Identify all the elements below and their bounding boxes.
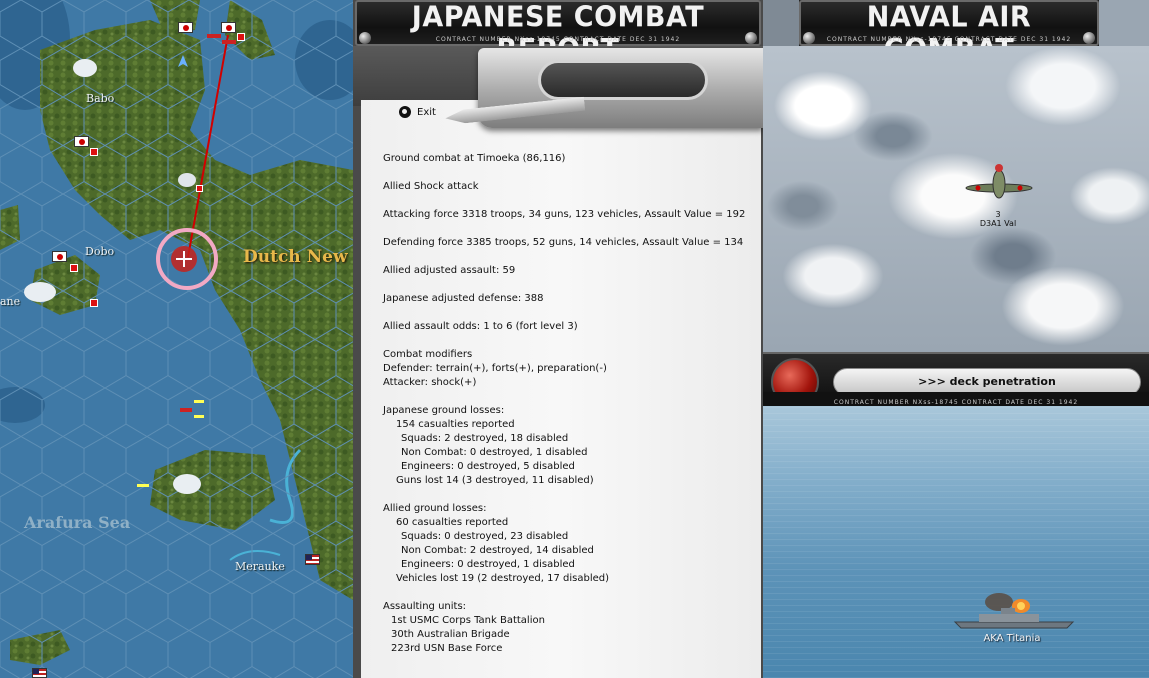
report-line: Squads: 2 destroyed, 18 disabled (401, 433, 569, 444)
banner-fill (1099, 0, 1149, 46)
report-line: 223rd USN Base Force (391, 643, 503, 654)
report-line: Vehicles lost 19 (2 destroyed, 17 disabl… (396, 573, 610, 584)
air-banner: NAVAL AIR COMBAT CONTRACT NUMBER NXss-18… (799, 0, 1099, 67)
bolt-icon (1083, 32, 1095, 44)
map-terrain (0, 0, 353, 678)
aircraft-icon (965, 164, 1033, 199)
bolt-icon (803, 32, 815, 44)
report-line: Allied Shock attack (383, 181, 479, 192)
report-line: Defender: terrain(+), forts(+), preparat… (383, 363, 607, 374)
exit-button[interactable]: Exit (399, 106, 436, 118)
ship-icon (953, 593, 1075, 629)
ship-unit-icon[interactable] (222, 40, 236, 44)
exit-label: Exit (417, 106, 436, 118)
sea-label: Arafura Sea (24, 513, 131, 532)
report-banner: JAPANESE COMBAT REPORT CONTRACT NUMBER N… (355, 0, 761, 67)
location-label-merauke: Merauke (235, 560, 285, 573)
report-text: Ground combat at Timoeka (86,116) Allied… (383, 152, 758, 656)
us-flag-icon[interactable] (32, 668, 47, 678)
report-line: Squads: 0 destroyed, 23 disabled (401, 531, 569, 542)
report-line: 30th Australian Brigade (391, 629, 510, 640)
aircraft-count: 3 (995, 210, 1001, 219)
ship-unit-icon[interactable] (194, 400, 204, 403)
report-line: Japanese adjusted defense: 388 (383, 293, 544, 304)
base-marker-icon[interactable] (70, 264, 78, 272)
report-line: Engineers: 0 destroyed, 5 disabled (401, 461, 575, 472)
report-line: Attacking force 3318 troops, 34 guns, 12… (383, 209, 746, 220)
strategic-map[interactable]: Babo Dobo Dutch New ane Arafura Sea Mera… (0, 0, 353, 678)
report-line: Defending force 3385 troops, 52 guns, 14… (383, 237, 744, 248)
air-banner-subtitle: CONTRACT NUMBER NXss-18745 CONTRACT DATE… (826, 36, 1072, 43)
report-line: Allied assault odds: 1 to 6 (fort level … (383, 321, 578, 332)
japanese-flag-icon[interactable] (178, 22, 193, 33)
ship-name-label: AKA Titania (983, 633, 1041, 644)
base-marker-icon[interactable] (237, 33, 245, 41)
report-line: Attacker: shock(+) (383, 377, 477, 388)
sky-view: 3 D3A1 Val (763, 46, 1149, 352)
ship-unit-icon[interactable] (194, 415, 204, 418)
report-line: 1st USMC Corps Tank Battalion (391, 615, 545, 626)
bolt-icon (745, 32, 757, 44)
japanese-flag-icon[interactable] (74, 136, 89, 147)
report-line: Engineers: 0 destroyed, 1 disabled (401, 559, 575, 570)
location-label-dobo: Dobo (85, 245, 115, 258)
banner-fill (763, 0, 799, 46)
air-combat-panel: NAVAL AIR COMBAT CONTRACT NUMBER NXss-18… (763, 0, 1149, 678)
region-label: Dutch New (243, 247, 348, 267)
exit-icon (399, 106, 411, 118)
aircraft-name: D3A1 Val (979, 219, 1017, 228)
sea-view: AKA Titania (763, 406, 1149, 678)
report-line: 154 casualties reported (396, 419, 515, 430)
japanese-flag-icon[interactable] (52, 251, 67, 262)
ship-unit-icon[interactable] (207, 34, 221, 38)
report-line: Ground combat at Timoeka (86,116) (383, 153, 566, 164)
combat-report-panel: JAPANESE COMBAT REPORT CONTRACT NUMBER N… (353, 0, 763, 678)
report-line: Combat modifiers (383, 349, 473, 360)
location-label-babo: Babo (86, 92, 115, 105)
report-line: 60 casualties reported (396, 517, 509, 528)
japanese-flag-icon[interactable] (221, 22, 236, 33)
ship-unit-icon[interactable] (137, 484, 149, 487)
report-banner-subtitle: CONTRACT NUMBER NXss-18745 CONTRACT DATE… (435, 36, 681, 43)
report-line: Guns lost 14 (3 destroyed, 11 disabled) (396, 475, 594, 486)
aircraft-label: 3 D3A1 Val (970, 210, 1026, 228)
control-bar-footer: CONTRACT NUMBER NXss-18745 CONTRACT DATE… (763, 392, 1149, 406)
report-line: Japanese ground losses: (383, 405, 505, 416)
base-marker-icon[interactable] (90, 148, 98, 156)
report-line: Assaulting units: (383, 601, 467, 612)
base-marker-icon[interactable] (196, 185, 203, 192)
base-marker-icon[interactable] (90, 299, 98, 307)
bolt-icon (359, 32, 371, 44)
location-label-edge: ane (0, 295, 21, 308)
control-bar-subtitle: CONTRACT NUMBER NXss-18745 CONTRACT DATE… (833, 399, 1079, 406)
report-line: Non Combat: 0 destroyed, 1 disabled (401, 447, 588, 458)
report-line: Allied ground losses: (383, 503, 487, 514)
report-line: Allied adjusted assault: 59 (383, 265, 516, 276)
report-line: Non Combat: 2 destroyed, 14 disabled (401, 545, 594, 556)
us-flag-icon[interactable] (305, 554, 320, 565)
ship-unit-icon[interactable] (180, 408, 192, 412)
